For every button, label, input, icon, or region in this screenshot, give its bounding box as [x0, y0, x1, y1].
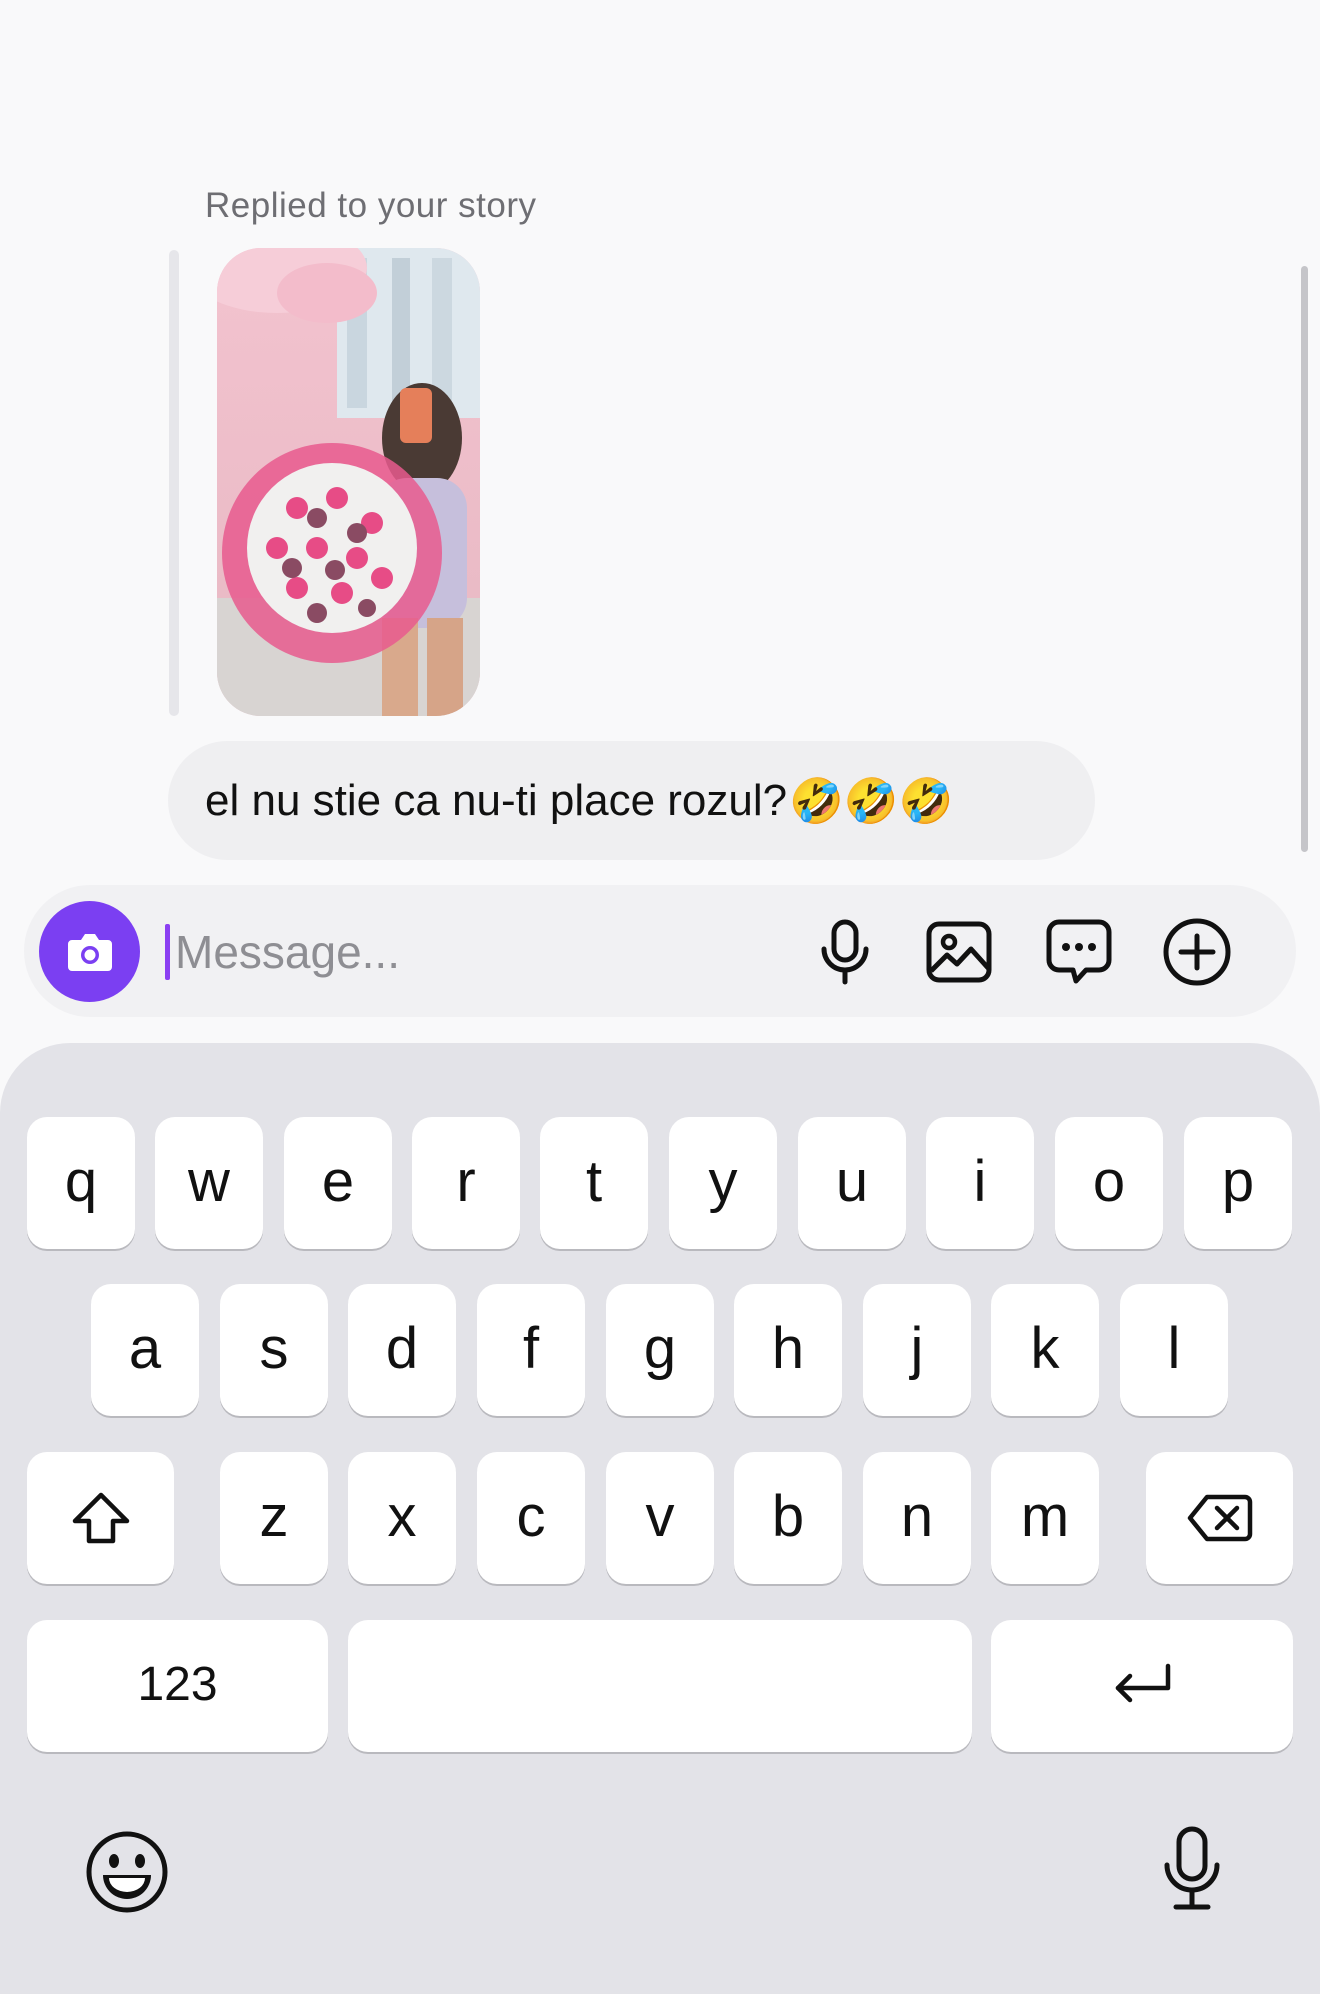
key-t[interactable]: t: [540, 1117, 648, 1249]
key-label: h: [771, 1315, 805, 1381]
key-label: o: [1092, 1148, 1126, 1214]
key-e[interactable]: e: [284, 1117, 392, 1249]
key-z[interactable]: z: [220, 1452, 328, 1584]
gallery-icon: [926, 921, 992, 983]
backspace-key[interactable]: [1146, 1452, 1293, 1584]
key-c[interactable]: c: [477, 1452, 585, 1584]
key-label: f: [522, 1315, 540, 1381]
key-v[interactable]: v: [606, 1452, 714, 1584]
key-label: w: [188, 1148, 230, 1214]
key-g[interactable]: g: [606, 1284, 714, 1416]
space-key[interactable]: [348, 1620, 972, 1752]
key-label: d: [385, 1315, 419, 1381]
emoji-keyboard-button[interactable]: [82, 1827, 172, 1917]
backspace-icon: [1187, 1494, 1252, 1542]
key-label: a: [128, 1315, 162, 1381]
key-label: e: [321, 1148, 355, 1214]
key-label: p: [1221, 1148, 1255, 1214]
more-options-button[interactable]: [1160, 915, 1234, 989]
key-label: j: [910, 1315, 924, 1381]
key-w[interactable]: w: [155, 1117, 263, 1249]
key-label: y: [708, 1148, 738, 1214]
dictation-button[interactable]: [1147, 1821, 1237, 1917]
key-label: n: [900, 1483, 934, 1549]
shift-key[interactable]: [27, 1452, 174, 1584]
key-j[interactable]: j: [863, 1284, 971, 1416]
story-thumbnail[interactable]: [217, 248, 480, 716]
key-label: x: [387, 1483, 417, 1549]
message-composer: [24, 885, 1296, 1017]
plus-circle-icon: [1163, 918, 1231, 986]
replied-to-story-label: Replied to your story: [205, 186, 537, 225]
key-n[interactable]: n: [863, 1452, 971, 1584]
message-emojis: 🤣🤣🤣: [789, 776, 954, 826]
numbers-key-label: 123: [137, 1657, 218, 1711]
key-label: q: [64, 1148, 98, 1214]
key-label: z: [259, 1483, 289, 1549]
key-y[interactable]: y: [669, 1117, 777, 1249]
shift-icon: [72, 1492, 129, 1544]
key-label: v: [645, 1483, 675, 1549]
sticker-chat-icon: [1046, 919, 1112, 984]
key-k[interactable]: k: [991, 1284, 1099, 1416]
key-label: l: [1167, 1315, 1181, 1381]
key-label: k: [1030, 1315, 1060, 1381]
key-r[interactable]: r: [412, 1117, 520, 1249]
key-label: g: [643, 1315, 677, 1381]
message-text: el nu stie ca nu-ti place rozul?: [205, 775, 788, 825]
key-s[interactable]: s: [220, 1284, 328, 1416]
key-o[interactable]: o: [1055, 1117, 1163, 1249]
key-b[interactable]: b: [734, 1452, 842, 1584]
key-label: r: [456, 1148, 476, 1214]
key-l[interactable]: l: [1120, 1284, 1228, 1416]
key-x[interactable]: x: [348, 1452, 456, 1584]
key-label: s: [259, 1315, 289, 1381]
return-key[interactable]: [991, 1620, 1293, 1752]
key-d[interactable]: d: [348, 1284, 456, 1416]
key-a[interactable]: a: [91, 1284, 199, 1416]
return-icon: [1115, 1663, 1171, 1703]
key-label: i: [973, 1148, 987, 1214]
message-bubble[interactable]: el nu stie ca nu-ti place rozul? 🤣🤣🤣: [168, 741, 1095, 860]
key-label: b: [771, 1483, 805, 1549]
key-p[interactable]: p: [1184, 1117, 1292, 1249]
emoji-icon: [86, 1831, 168, 1913]
key-h[interactable]: h: [734, 1284, 842, 1416]
dictation-icon: [1164, 1826, 1220, 1910]
camera-icon: [67, 933, 112, 971]
key-m[interactable]: m: [991, 1452, 1099, 1584]
key-label: u: [835, 1148, 869, 1214]
key-f[interactable]: f: [477, 1284, 585, 1416]
message-input[interactable]: [173, 909, 677, 995]
microphone-icon: [821, 919, 869, 985]
key-label: t: [585, 1148, 603, 1214]
gallery-button[interactable]: [922, 915, 996, 989]
scroll-indicator[interactable]: [1301, 266, 1308, 852]
key-i[interactable]: i: [926, 1117, 1034, 1249]
numbers-key[interactable]: 123: [27, 1620, 328, 1752]
key-label: m: [1020, 1483, 1070, 1549]
reply-quote-bar: [169, 250, 179, 716]
camera-button[interactable]: [39, 901, 140, 1002]
voice-message-button[interactable]: [808, 915, 882, 989]
sticker-button[interactable]: [1042, 915, 1116, 989]
text-caret: [165, 924, 170, 980]
key-u[interactable]: u: [798, 1117, 906, 1249]
key-q[interactable]: q: [27, 1117, 135, 1249]
key-label: c: [516, 1483, 546, 1549]
keyboard: q w e r t y u i o p a s d f g h j k l z …: [0, 1043, 1320, 1994]
